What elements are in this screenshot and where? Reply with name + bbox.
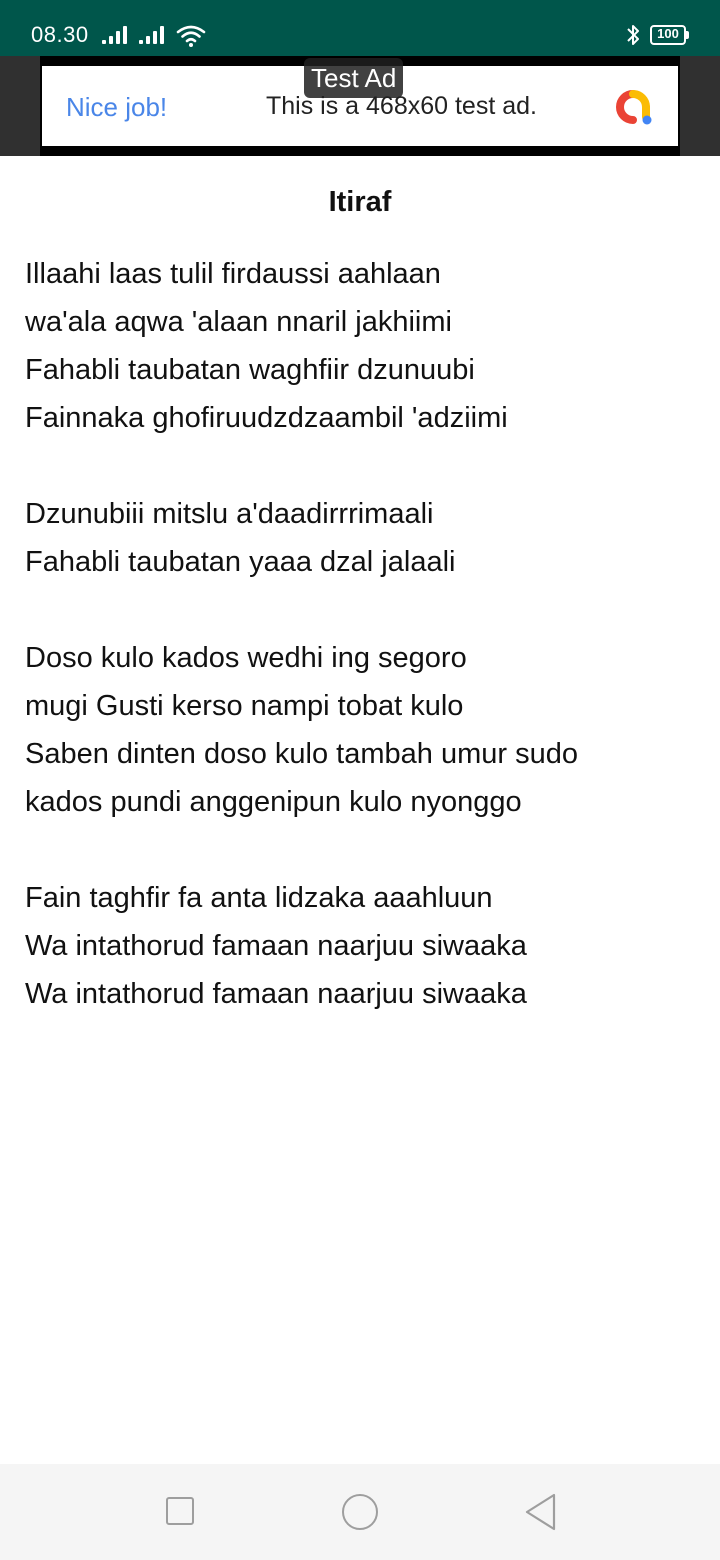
home-circle-icon[interactable]: [342, 1494, 378, 1530]
battery-level: 100: [657, 26, 679, 41]
bluetooth-icon: [627, 25, 639, 45]
lyric-line: Fainnaka ghofiruudzdzaambil 'adziimi: [25, 402, 508, 434]
recents-square-icon[interactable]: [166, 1497, 194, 1525]
lyric-line: Doso kulo kados wedhi ing segoro: [25, 642, 467, 674]
ad-headline[interactable]: Nice job!: [66, 92, 167, 123]
page-title: Itiraf: [328, 186, 392, 218]
lyric-line: Dzunubiii mitslu a'daadirrrimaali: [25, 498, 434, 530]
admob-logo-icon[interactable]: [612, 86, 658, 128]
status-time: 08.30: [31, 22, 89, 47]
back-triangle-icon[interactable]: [522, 1492, 558, 1532]
signal-icon-sim1: [102, 26, 127, 44]
lyric-line: kados pundi anggenipun kulo nyonggo: [25, 786, 522, 818]
lyric-line: Wa intathorud famaan naarjuu siwaaka: [25, 978, 527, 1010]
lyric-line: Illaahi laas tulil firdaussi aahlaan: [25, 258, 441, 290]
test-ad-badge: Test Ad: [304, 58, 404, 98]
lyric-line: Saben dinten doso kulo tambah umur sudo: [25, 738, 578, 770]
lyric-line: Fahabli taubatan yaaa dzal jalaali: [25, 546, 456, 578]
signal-icon-sim2: [139, 26, 164, 44]
status-bar: 08.30 100: [0, 0, 720, 56]
lyric-line: Wa intathorud famaan naarjuu siwaaka: [25, 930, 527, 962]
lyric-line: Fahabli taubatan waghfiir dzunuubi: [25, 354, 475, 386]
battery-icon: 100: [650, 25, 690, 45]
lyric-line: mugi Gusti kerso nampi tobat kulo: [25, 690, 464, 722]
lyric-line: Fain taghfir fa anta lidzaka aaahluun: [25, 882, 493, 914]
lyric-line: wa'ala aqwa 'alaan nnaril jakhiimi: [25, 306, 452, 338]
wifi-icon: [176, 25, 206, 47]
